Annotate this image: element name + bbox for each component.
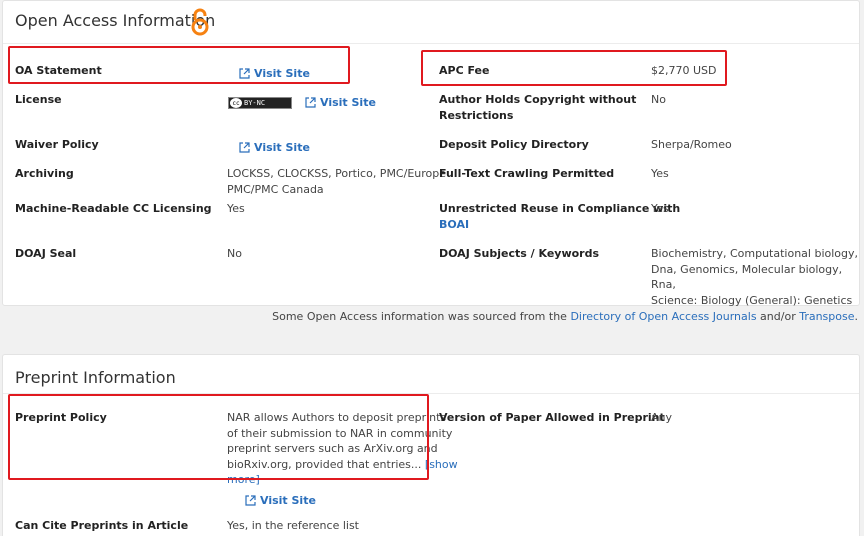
highlight-apc-fee <box>421 50 727 86</box>
doaj-link[interactable]: Directory of Open Access Journals <box>570 310 756 323</box>
doaj-seal-label: DOAJ Seal <box>15 247 77 260</box>
fulltext-crawl-value: Yes <box>651 167 669 180</box>
preprint-version-label: Version of Paper Allowed in Preprint <box>439 411 665 424</box>
waiver-visit-label: Visit Site <box>254 141 310 154</box>
oa-panel-title: Open Access Information <box>15 11 216 30</box>
open-access-lock-icon <box>191 8 209 36</box>
doaj-subjects-value: Biochemistry, Computational biology, Dna… <box>651 247 859 307</box>
license-visit-link[interactable]: Visit Site <box>305 96 376 109</box>
external-link-icon <box>239 142 250 153</box>
machine-cc-label: Machine-Readable CC Licensing <box>15 202 212 215</box>
highlight-preprint-policy <box>8 394 429 480</box>
oa-source-note: Some Open Access information was sourced… <box>272 310 858 323</box>
show-more-link[interactable]: [show <box>425 458 458 471</box>
doaj-seal-value: No <box>227 247 242 260</box>
cc-license-icon: cc BY-NC <box>228 97 292 109</box>
external-link-icon <box>305 97 316 108</box>
deposit-directory-label: Deposit Policy Directory <box>439 138 589 151</box>
fulltext-crawl-label: Full-Text Crawling Permitted <box>439 167 615 180</box>
cite-preprints-value: Yes, in the reference list <box>227 519 359 532</box>
external-link-icon <box>245 495 256 506</box>
preprint-visit-link[interactable]: Visit Site <box>245 494 316 507</box>
waiver-policy-label: Waiver Policy <box>15 138 99 151</box>
archiving-label: Archiving <box>15 167 74 180</box>
author-copyright-value: No <box>651 93 666 106</box>
unrestricted-reuse-value: Yes <box>651 202 669 215</box>
archiving-value: LOCKSS, CLOCKSS, Portico, PMC/Europe PMC… <box>227 167 447 196</box>
unrestricted-reuse-label: Unrestricted Reuse in Compliance with BO… <box>439 202 681 231</box>
author-copyright-label: Author Holds Copyright without Restricti… <box>439 93 637 122</box>
doaj-subjects-label: DOAJ Subjects / Keywords <box>439 247 600 260</box>
waiver-visit-link[interactable]: Visit Site <box>239 141 310 154</box>
preprint-version-value: Any <box>651 411 673 424</box>
machine-cc-value: Yes <box>227 202 245 215</box>
oa-title-divider <box>3 43 859 44</box>
license-label: License <box>15 93 62 106</box>
preprint-visit-label: Visit Site <box>260 494 316 507</box>
highlight-oa-statement <box>8 46 350 84</box>
preprint-panel-title: Preprint Information <box>15 368 176 387</box>
cc-badge-text: BY-NC <box>244 99 266 107</box>
deposit-directory-value: Sherpa/Romeo <box>651 138 732 151</box>
license-visit-label: Visit Site <box>320 96 376 109</box>
cite-preprints-label: Can Cite Preprints in Article <box>15 519 189 532</box>
boai-link[interactable]: BOAI <box>439 218 469 231</box>
transpose-link[interactable]: Transpose <box>799 310 854 323</box>
